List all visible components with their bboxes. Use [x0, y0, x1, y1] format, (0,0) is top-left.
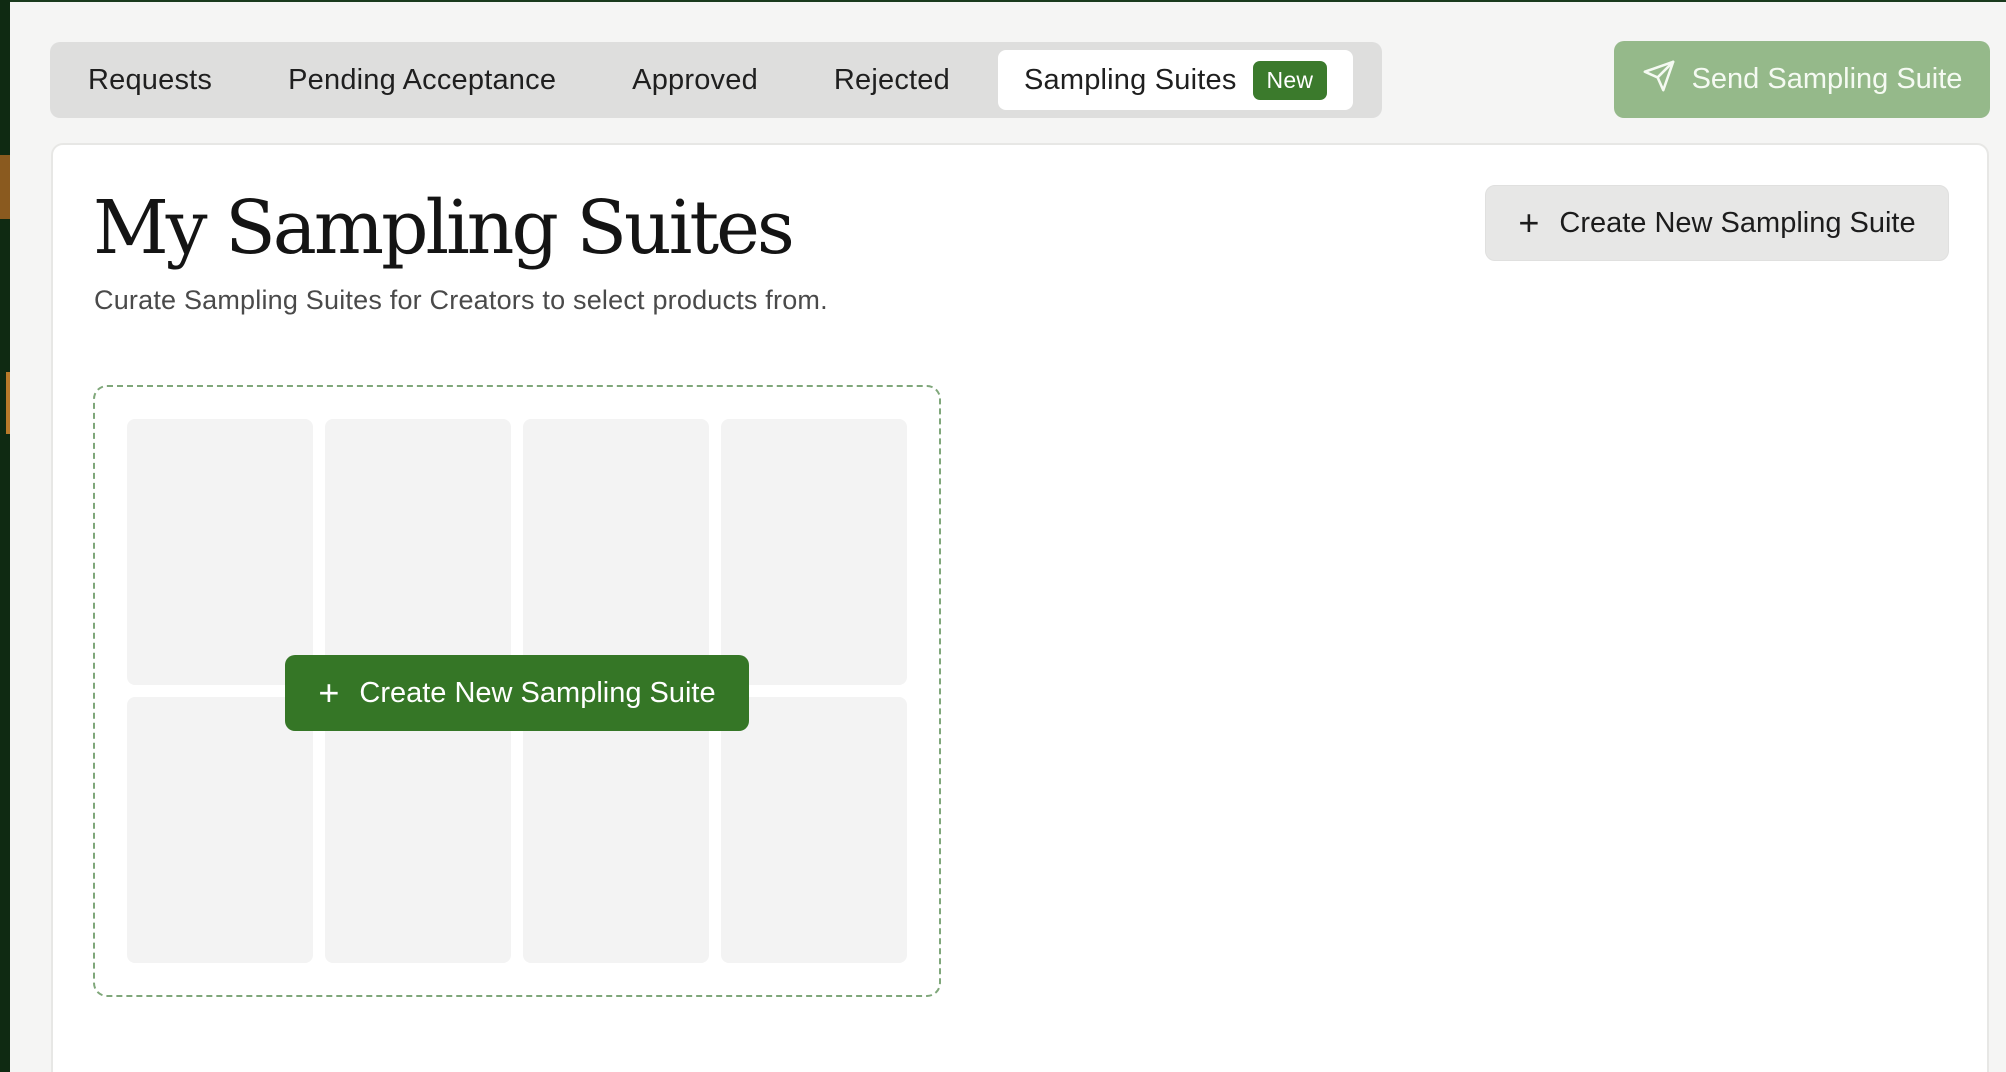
tab-pending-acceptance[interactable]: Pending Acceptance	[258, 50, 586, 110]
send-button-label: Send Sampling Suite	[1691, 63, 1963, 95]
placeholder-tile	[523, 697, 709, 963]
sampling-suites-card: My Sampling Suites Curate Sampling Suite…	[51, 143, 1989, 1072]
page-title: My Sampling Suites	[93, 185, 795, 271]
plus-icon: +	[318, 672, 340, 713]
placeholder-tile	[721, 419, 907, 685]
tab-approved[interactable]: Approved	[602, 50, 788, 110]
tab-rejected[interactable]: Rejected	[804, 50, 980, 110]
create-button-label: Create New Sampling Suite	[1559, 206, 1916, 239]
send-icon	[1642, 59, 1676, 101]
placeholder-tile	[325, 419, 511, 685]
create-new-sampling-suite-primary-button[interactable]: + Create New Sampling Suite	[285, 655, 749, 731]
frame-accent	[0, 155, 10, 219]
empty-state-dropzone: + Create New Sampling Suite	[93, 385, 941, 997]
page-subtitle: Curate Sampling Suites for Creators to s…	[94, 285, 828, 315]
new-badge: New	[1252, 60, 1328, 100]
placeholder-tile	[325, 697, 511, 963]
tab-sampling-suites[interactable]: Sampling Suites New	[997, 50, 1354, 110]
create-primary-button-label: Create New Sampling Suite	[359, 676, 716, 709]
frame-accent	[6, 372, 10, 434]
placeholder-tile	[721, 697, 907, 963]
placeholder-tile	[127, 697, 313, 963]
placeholder-tile	[523, 419, 709, 685]
tab-bar: Requests Pending Acceptance Approved Rej…	[50, 42, 1382, 118]
send-sampling-suite-button[interactable]: Send Sampling Suite	[1614, 41, 1990, 118]
create-new-sampling-suite-button[interactable]: + Create New Sampling Suite	[1485, 185, 1949, 261]
tab-label: Sampling Suites	[1023, 63, 1237, 96]
top-border	[10, 0, 2006, 2]
tab-requests[interactable]: Requests	[58, 50, 242, 110]
plus-icon: +	[1518, 202, 1540, 243]
placeholder-tile	[127, 419, 313, 685]
